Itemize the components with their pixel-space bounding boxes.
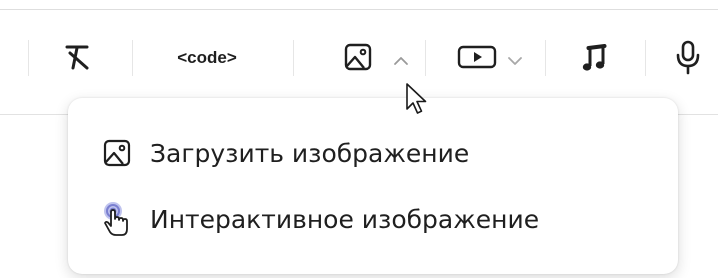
video-icon [456,42,498,77]
insert-image-button[interactable] [340,42,376,76]
insert-audio-button[interactable] [575,42,615,78]
image-icon [343,42,373,77]
interactive-hand-icon [100,202,134,236]
microphone-icon [674,39,702,82]
code-button-label: <code> [177,48,237,67]
menu-item-label: Загрузить изображение [150,138,470,168]
clear-formatting-button[interactable] [58,42,98,76]
image-dropdown-toggle[interactable] [392,54,410,72]
toolbar-separator [645,40,646,76]
chevron-down-icon [506,54,524,71]
image-icon [100,136,134,170]
insert-video-button[interactable] [452,44,502,74]
toolbar-separator [545,40,546,76]
voice-record-button[interactable] [670,40,706,80]
menu-item-interactive-image[interactable]: Интерактивное изображение [100,202,539,236]
video-dropdown-toggle[interactable] [506,54,524,72]
chevron-up-icon [392,54,410,71]
toolbar-separator [293,40,294,76]
music-note-icon [581,42,609,79]
code-button[interactable]: <code> [152,42,262,74]
clear-formatting-icon [63,43,93,76]
menu-item-label: Интерактивное изображение [150,204,540,234]
toolbar-separator [132,40,133,76]
toolbar-separator [425,40,426,76]
menu-item-upload-image[interactable]: Загрузить изображение [100,136,469,170]
image-insert-menu: Загрузить изображение Интерактивное изоб… [68,98,678,274]
toolbar-separator [28,40,29,76]
